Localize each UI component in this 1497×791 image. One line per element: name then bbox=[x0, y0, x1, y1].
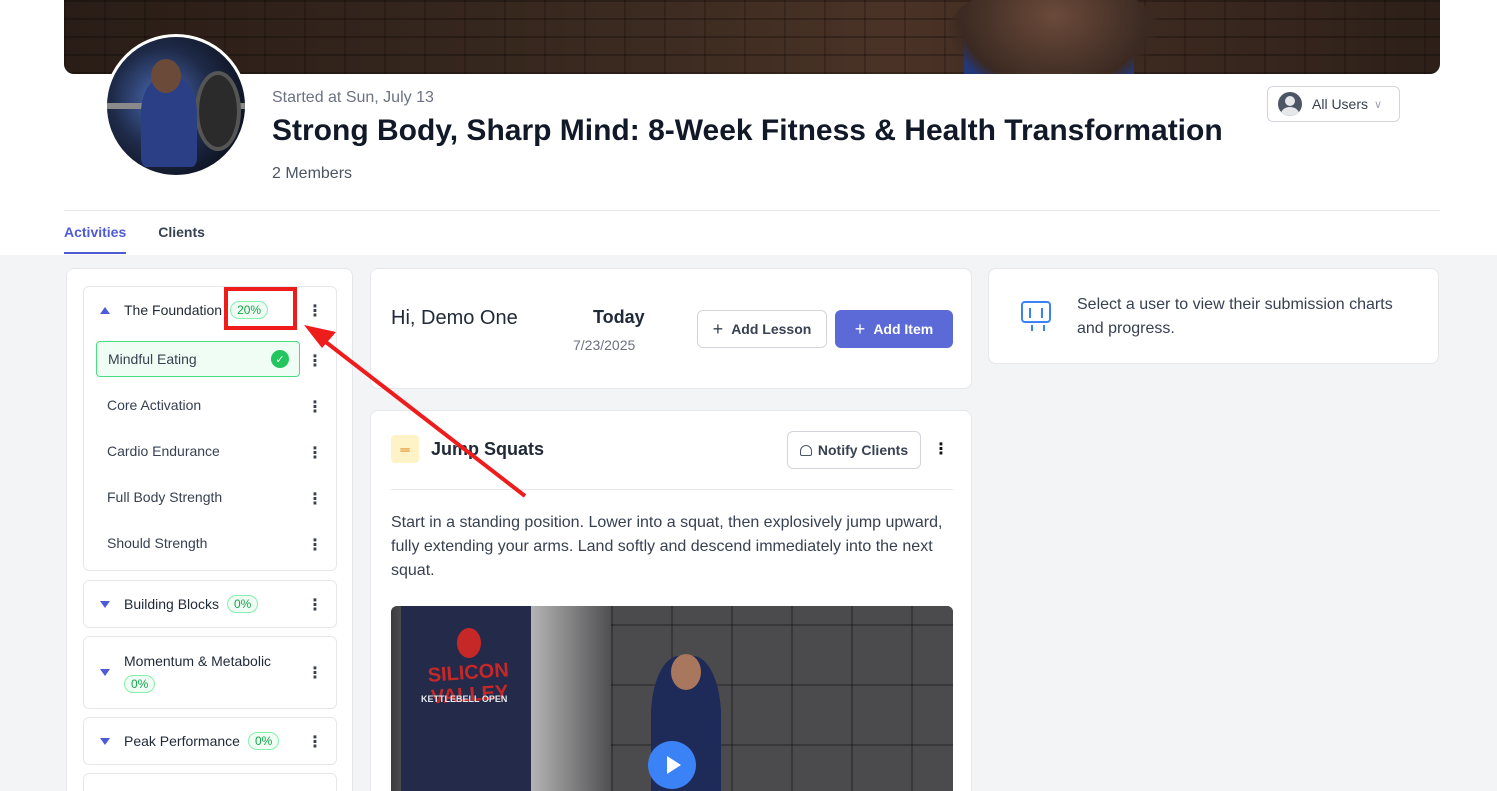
progress-badge: 0% bbox=[247, 732, 280, 750]
greeting-text: Hi, Demo One bbox=[391, 307, 518, 329]
module-building-blocks: Building Blocks 0% ⋮ bbox=[83, 580, 337, 628]
today-label: Today bbox=[593, 307, 645, 327]
lesson-item[interactable]: Core Activation bbox=[96, 387, 300, 423]
tab-activities[interactable]: Activities bbox=[64, 224, 127, 254]
lesson-description: Start in a standing position. Lower into… bbox=[391, 514, 943, 579]
add-item-button[interactable]: + Add Item bbox=[835, 310, 953, 348]
caret-down-icon[interactable] bbox=[100, 737, 110, 745]
lesson-card: ═ Jump Squats Notify Clients ⋮ Start in … bbox=[370, 410, 972, 791]
add-item-label: Add Item bbox=[873, 321, 934, 337]
module-header[interactable]: Momentum & Metabolic 0% ⋮ bbox=[84, 637, 336, 708]
module-header[interactable]: The Foundation 20% ⋮ bbox=[84, 287, 336, 333]
module-peak-performance: Peak Performance 0% ⋮ bbox=[83, 717, 337, 765]
info-text: Select a user to view their submission c… bbox=[1077, 296, 1393, 337]
tab-clients[interactable]: Clients bbox=[158, 224, 205, 254]
lesson-item[interactable]: Mindful Eating ✓ bbox=[96, 341, 300, 377]
module-momentum-metabolic: Momentum & Metabolic 0% ⋮ bbox=[83, 636, 337, 709]
user-filter-select[interactable]: All Users ∨ bbox=[1267, 86, 1400, 122]
caret-up-icon[interactable] bbox=[100, 306, 110, 314]
add-lesson-label: Add Lesson bbox=[731, 321, 812, 337]
plus-icon: + bbox=[712, 318, 724, 339]
user-filter-label: All Users bbox=[1312, 96, 1369, 112]
today-date: 7/23/2025 bbox=[573, 337, 636, 353]
module-title: Momentum & Metabolic bbox=[124, 652, 272, 669]
lesson-label: Cardio Endurance bbox=[107, 443, 220, 459]
lesson-label: Full Body Strength bbox=[107, 489, 223, 505]
video-banner-subtitle: KETTLEBELL OPEN bbox=[421, 694, 508, 704]
progress-badge: 0% bbox=[124, 674, 156, 693]
kebab-icon[interactable]: ⋮ bbox=[307, 663, 323, 683]
kebab-icon[interactable]: ⋮ bbox=[307, 732, 323, 752]
play-icon[interactable] bbox=[648, 741, 696, 789]
notify-clients-button[interactable]: Notify Clients bbox=[787, 431, 921, 469]
module-title: Building Blocks bbox=[124, 596, 219, 612]
card-divider bbox=[391, 489, 953, 490]
lesson-label: Mindful Eating bbox=[108, 351, 197, 367]
plus-icon: + bbox=[854, 318, 866, 339]
module-header[interactable]: Peak Performance 0% ⋮ bbox=[84, 718, 336, 764]
annotation-highlight-box bbox=[224, 287, 297, 330]
tab-bar: Activities Clients bbox=[64, 224, 205, 254]
lesson-video[interactable]: SILICON VALLEY KETTLEBELL OPEN bbox=[391, 606, 953, 791]
module-collapsed-more[interactable] bbox=[83, 773, 337, 791]
kebab-icon[interactable]: ⋮ bbox=[307, 301, 323, 321]
lesson-title: Jump Squats bbox=[431, 439, 545, 459]
page-title: Strong Body, Sharp Mind: 8-Week Fitness … bbox=[272, 114, 1223, 147]
lesson-item[interactable]: Should Strength bbox=[96, 525, 300, 561]
check-icon: ✓ bbox=[271, 350, 289, 368]
module-header[interactable]: Building Blocks 0% ⋮ bbox=[84, 581, 336, 627]
user-avatar-icon bbox=[1278, 92, 1302, 116]
bell-icon bbox=[799, 444, 812, 456]
module-title: The Foundation bbox=[124, 302, 223, 318]
greeting-card: Hi, Demo One Today 7/23/2025 + Add Lesso… bbox=[370, 268, 972, 389]
kebab-icon[interactable]: ⋮ bbox=[307, 489, 323, 509]
caret-down-icon[interactable] bbox=[100, 669, 110, 676]
kebab-icon[interactable]: ⋮ bbox=[307, 595, 323, 615]
cover-banner bbox=[64, 0, 1440, 74]
kettlebell-icon bbox=[457, 628, 481, 658]
lesson-label: Core Activation bbox=[107, 397, 202, 413]
kebab-icon[interactable]: ⋮ bbox=[307, 535, 323, 555]
kebab-icon[interactable]: ⋮ bbox=[307, 443, 323, 463]
module-the-foundation: The Foundation 20% ⋮ Mindful Eating ✓ ⋮ … bbox=[83, 286, 337, 571]
start-date: Started at Sun, July 13 bbox=[272, 89, 434, 106]
kebab-icon[interactable]: ⋮ bbox=[307, 351, 323, 371]
notify-clients-label: Notify Clients bbox=[817, 442, 909, 458]
member-count: 2 Members bbox=[272, 165, 353, 182]
dumbbell-icon: ═ bbox=[391, 435, 419, 463]
progress-badge: 0% bbox=[226, 595, 259, 613]
header-divider bbox=[64, 210, 1440, 211]
monitor-chart-icon bbox=[1021, 301, 1051, 331]
module-sidebar: The Foundation 20% ⋮ Mindful Eating ✓ ⋮ … bbox=[66, 268, 353, 791]
module-title: Peak Performance bbox=[124, 733, 240, 749]
lesson-item[interactable]: Full Body Strength bbox=[96, 479, 300, 515]
chevron-down-icon: ∨ bbox=[1374, 98, 1383, 111]
submission-info-card: Select a user to view their submission c… bbox=[988, 268, 1439, 364]
lesson-item[interactable]: Cardio Endurance bbox=[96, 433, 300, 469]
lesson-label: Should Strength bbox=[107, 535, 208, 551]
kebab-icon[interactable]: ⋮ bbox=[933, 439, 949, 459]
program-avatar bbox=[104, 34, 248, 178]
add-lesson-button[interactable]: + Add Lesson bbox=[697, 310, 827, 348]
kebab-icon[interactable]: ⋮ bbox=[307, 397, 323, 417]
caret-down-icon[interactable] bbox=[100, 600, 110, 608]
